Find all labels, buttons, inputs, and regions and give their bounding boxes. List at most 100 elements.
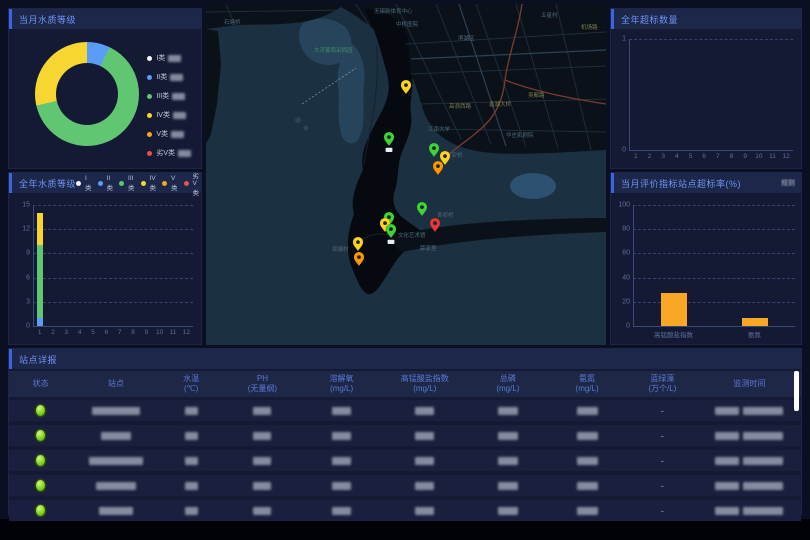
redacted-date — [715, 407, 739, 415]
legend-label: V类 — [171, 175, 178, 192]
redacted-value — [178, 150, 191, 157]
x-tick-label: 1 — [38, 329, 42, 336]
table-cell — [548, 432, 627, 440]
x-axis-line — [629, 150, 793, 151]
pin-center-dot — [433, 221, 437, 225]
x-tick-label: 6 — [702, 153, 706, 160]
map-place-label: 石塘桥 — [224, 18, 241, 26]
y-tick-label: 0 — [626, 323, 630, 330]
redacted-value — [332, 482, 351, 490]
panel-header: 当月水质等级 — [9, 9, 201, 29]
redacted-value — [577, 432, 598, 440]
map-place-label: 滨湖区 — [458, 34, 475, 42]
y-axis-line — [633, 205, 634, 326]
column-unit: (万个/L) — [648, 384, 676, 394]
redacted-date — [715, 457, 739, 465]
table-cell — [302, 407, 381, 415]
column-header: 监测时间 — [698, 379, 801, 389]
redacted-station-name — [96, 482, 136, 490]
pin-center-dot — [387, 215, 391, 219]
panel-title: 当月评价指标站点超标率(%) — [621, 177, 741, 190]
table-body: - - - - - — [9, 400, 801, 525]
legend-label: V类 — [156, 129, 168, 139]
redacted-value — [253, 407, 271, 415]
redacted-time — [743, 507, 783, 515]
table-cell — [468, 457, 547, 465]
column-label: 高锰酸盐指数 — [401, 374, 449, 384]
y-tick-label: 20 — [622, 298, 630, 305]
table-header-row: 状态站点水温(℃)PH(无量纲)溶解氧(mg/L)高锰酸盐指数(mg/L)总磷(… — [9, 371, 801, 397]
table-cell — [468, 432, 547, 440]
table-cell — [159, 457, 222, 465]
legend-item: II类 — [98, 175, 114, 192]
x-tick-label: 11 — [170, 329, 177, 336]
table-row[interactable]: - — [9, 475, 801, 496]
panel-annual-exceed: 全年超标数量 01123456789101112 — [610, 8, 802, 169]
table-cell — [223, 482, 302, 490]
pin-center-dot — [356, 240, 360, 244]
column-unit: (无量纲) — [248, 384, 277, 394]
legend-dot — [162, 181, 167, 186]
legend-dot — [147, 56, 152, 61]
legend-label: III类 — [156, 91, 169, 101]
legend-dot — [147, 113, 152, 118]
month-rate-chart: 020406080100高锰酸盐指数氨氮 — [611, 193, 801, 344]
redacted-value — [498, 457, 518, 465]
y-tick-label: 3 — [26, 298, 30, 305]
table-row[interactable]: - — [9, 500, 801, 521]
x-tick-label: 8 — [730, 153, 734, 160]
panel-title: 站点详报 — [19, 353, 57, 366]
redacted-value — [253, 457, 271, 465]
map[interactable]: 石塘桥无锡新体育中心中桥医院滨湖区五星村机场路大浮葡萄采摘园高浪西路蠡湖大桥吴都… — [206, 4, 606, 345]
legend-label: II类 — [156, 72, 167, 82]
bar — [37, 245, 43, 318]
table-cell: - — [627, 506, 698, 516]
redacted-time — [743, 407, 783, 415]
redacted-time — [743, 432, 783, 440]
redacted-value — [498, 432, 518, 440]
column-header: PH(无量纲) — [223, 374, 302, 395]
redacted-value — [415, 482, 434, 490]
legend-dot — [119, 181, 124, 186]
legend-label: II类 — [107, 175, 114, 192]
table-row[interactable]: - — [9, 400, 801, 421]
redacted-value — [577, 457, 598, 465]
x-tick-label: 3 — [65, 329, 69, 336]
map-place-label: 吴塘村 — [332, 245, 349, 253]
redacted-value — [332, 407, 351, 415]
table-cell — [159, 482, 222, 490]
pin-center-dot — [404, 83, 408, 87]
column-header: 氨氮(mg/L) — [548, 374, 627, 395]
table-cell — [9, 505, 72, 516]
redacted-value — [577, 507, 598, 515]
status-indicator — [36, 405, 45, 416]
redacted-value — [253, 507, 271, 515]
x-tick-label: 9 — [743, 153, 747, 160]
redacted-value — [415, 507, 434, 515]
rules-button[interactable]: 规则 — [781, 178, 795, 188]
panel-header: 全年超标数量 — [611, 9, 801, 29]
redacted-value — [415, 432, 434, 440]
y-tick-label: 6 — [26, 274, 30, 281]
table-row[interactable]: - — [9, 450, 801, 471]
column-header: 站点 — [72, 379, 159, 389]
table-cell — [159, 432, 222, 440]
table-row[interactable]: - — [9, 425, 801, 446]
redacted-time — [743, 457, 783, 465]
table-cell — [381, 457, 468, 465]
panel-header: 站点详报 — [9, 349, 801, 369]
x-tick-label: 4 — [78, 329, 82, 336]
x-tick-label: 2 — [51, 329, 55, 336]
column-unit: (mg/L) — [496, 384, 519, 394]
pin-center-dot — [357, 255, 361, 259]
column-label: 蓝绿藻 — [650, 374, 674, 384]
table-scrollbar-thumb[interactable] — [794, 371, 799, 411]
redacted-value — [577, 407, 598, 415]
column-label: 监测时间 — [733, 379, 765, 389]
redacted-station-name — [89, 457, 143, 465]
redacted-value — [332, 432, 351, 440]
redacted-value — [185, 507, 198, 515]
table-cell — [548, 457, 627, 465]
x-tick-label: 12 — [183, 329, 190, 336]
legend-dot — [98, 181, 103, 186]
